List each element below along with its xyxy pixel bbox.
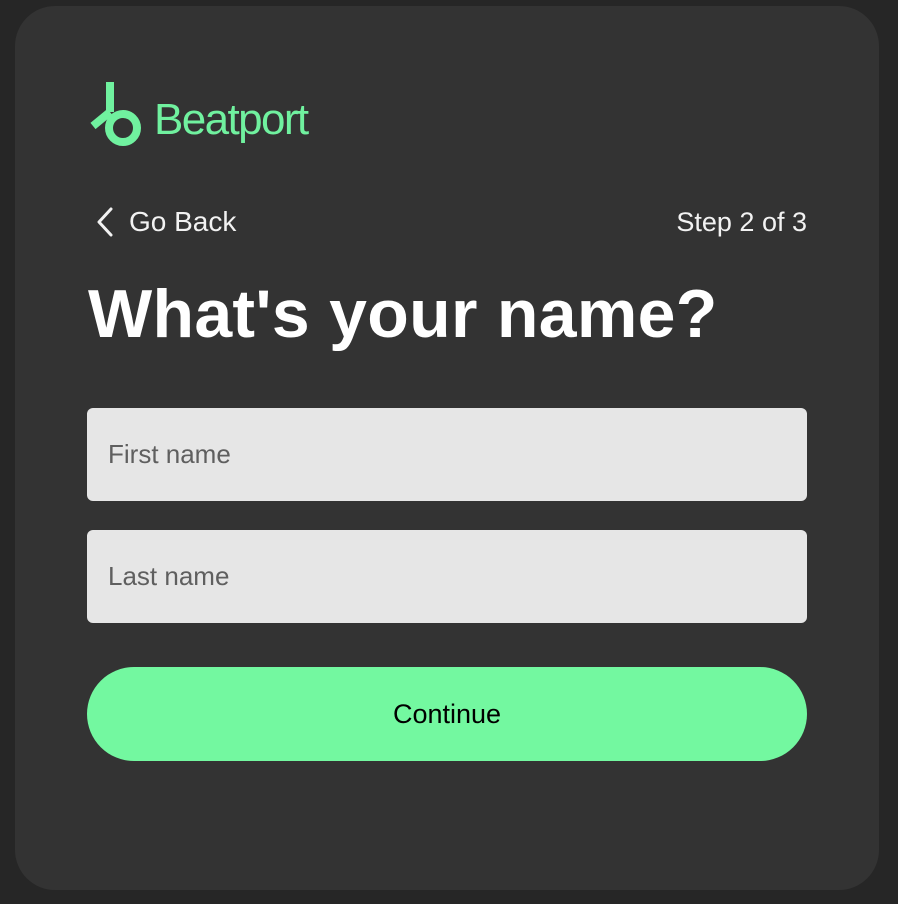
go-back-link[interactable]: Go Back [95,202,236,242]
chevron-left-icon [97,207,113,237]
brand-name: Beatport [154,95,309,144]
step-indicator: Step 2 of 3 [676,207,807,237]
page-title: What's your name? [88,276,718,352]
brand-logo: Beatport [87,78,309,158]
nav-row: Go Back Step 2 of 3 [87,202,807,242]
last-name-input[interactable] [87,530,807,623]
beatport-logo-icon [90,82,141,146]
signup-card: Beatport Go Back Step 2 of 3 What's your… [15,6,879,890]
first-name-input[interactable] [87,408,807,501]
continue-button[interactable]: Continue [87,667,807,761]
go-back-label: Go Back [129,206,237,237]
